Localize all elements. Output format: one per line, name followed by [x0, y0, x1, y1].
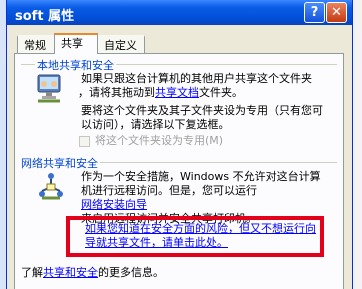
- tab-sharing[interactable]: 共享: [54, 33, 98, 54]
- sharing-security-link[interactable]: 共享和安全: [43, 266, 98, 279]
- highlight-annotation-box: [66, 216, 324, 257]
- close-button[interactable]: ✕: [326, 2, 347, 23]
- make-private-checkbox[interactable]: [79, 136, 90, 147]
- local-desc-line1: 如果只跟这台计算机的其他用户共享这个文件夹: [81, 72, 312, 85]
- local-desc-line2-prefix: ，请将其拖动到: [78, 86, 155, 99]
- local-desc-line2-suffix: 文件夹。: [199, 86, 243, 99]
- local-users-icon: [35, 74, 63, 107]
- private-desc-line1: 要将这个文件夹及其子文件夹设为专用（只有您可: [81, 104, 323, 117]
- network-desc-line1: 作为一个安全措施，Windows 不允许对这台计算: [81, 170, 321, 183]
- learn-more-text: 了解共享和安全的更多信息。: [21, 266, 164, 280]
- learn-more-suffix: 的更多信息。: [98, 266, 164, 279]
- make-private-label: 将这个文件夹设为专用(M): [95, 134, 224, 147]
- shared-documents-link[interactable]: 共享文档: [155, 86, 199, 99]
- local-desc-line2: ，请将其拖动到共享文档文件夹。: [78, 86, 243, 100]
- help-button[interactable]: ?: [304, 2, 325, 23]
- network-shared-icon: [37, 172, 65, 205]
- tab-customize[interactable]: 自定义: [97, 35, 145, 53]
- network-setup-wizard-link[interactable]: 网络安装向导: [81, 198, 147, 212]
- window-title: soft 属性: [15, 9, 75, 24]
- learn-more-prefix: 了解: [21, 266, 43, 279]
- tab-general[interactable]: 常规: [17, 35, 55, 53]
- local-sharing-title: 本地共享和安全: [35, 57, 116, 73]
- private-desc-line2: 以访问），请选择以下复选框。: [81, 118, 230, 131]
- network-sharing-title: 网络共享和安全: [19, 155, 100, 171]
- title-bar[interactable]: soft 属性 ? ✕: [7, 0, 352, 25]
- network-desc-line2: 机进行远程访问。但是，您可以运行: [81, 184, 257, 197]
